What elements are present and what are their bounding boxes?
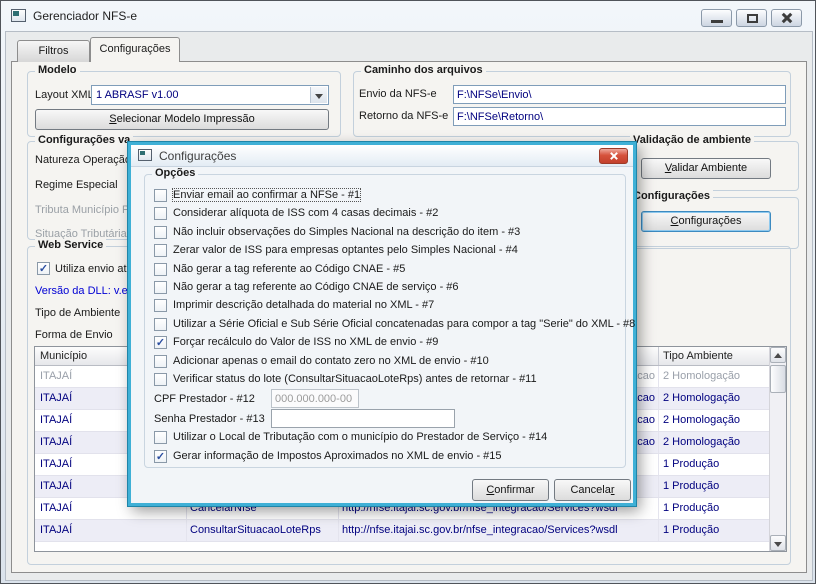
tipo-ambiente-label: Tipo de Ambiente [35, 307, 121, 319]
minimize-icon [711, 20, 723, 23]
option-checkbox-7[interactable] [154, 299, 167, 313]
option-row[interactable]: Considerar alíquota de ISS com 4 casas d… [145, 205, 625, 223]
option-checkbox-4[interactable] [154, 244, 167, 258]
tributa-municipio-label: Tributa Município Pr [35, 204, 134, 216]
natureza-operacao-label: Natureza Operação [35, 154, 131, 166]
option-row[interactable]: Verificar status do lote (ConsultarSitua… [145, 371, 625, 389]
cpf-prestador-input[interactable] [271, 389, 359, 409]
scroll-down-button[interactable] [770, 535, 786, 551]
option-checkbox-11[interactable] [154, 372, 167, 386]
chevron-down-icon [315, 94, 323, 99]
vertical-scrollbar[interactable] [769, 347, 786, 551]
group-modelo-title: Modelo [35, 64, 80, 76]
maximize-button[interactable] [736, 9, 767, 27]
dll-version-label: Versão da DLL: v.e [35, 285, 128, 297]
cpf-prestador-label: CPF Prestador - #12 [154, 393, 255, 406]
layout-xml-combobox[interactable]: 1 ABRASF v1.00 [91, 85, 329, 105]
header-tipo-ambiente[interactable]: Tipo Ambiente [659, 347, 771, 365]
dropdown-button[interactable] [310, 87, 327, 103]
option-row[interactable]: Não gerar a tag referente ao Código CNAE… [145, 279, 625, 297]
scrollbar-thumb[interactable] [770, 365, 786, 393]
scroll-up-button[interactable] [770, 347, 786, 363]
option-row[interactable]: ✓ Gerar informação de Impostos Aproximad… [145, 448, 625, 466]
minimize-button[interactable] [701, 9, 732, 27]
regime-especial-label: Regime Especial [35, 179, 118, 191]
option-checkbox-5[interactable] [154, 262, 167, 276]
scroll-down-icon [774, 542, 782, 547]
titlebar[interactable]: Gerenciador NFS-e [1, 1, 815, 31]
option-checkbox-2[interactable] [154, 207, 167, 221]
utiliza-envio-label: Utiliza envio atra [55, 263, 137, 275]
option-row[interactable]: Utilizar o Local de Tributação com o mun… [145, 429, 625, 447]
group-caminho: Caminho dos arquivos [353, 64, 791, 137]
dialog-titlebar[interactable]: Configurações [131, 145, 633, 167]
retorno-label: Retorno da NFS-e [359, 110, 449, 122]
tab-filtros[interactable]: Filtros [17, 40, 90, 62]
senha-row: Senha Prestador - #13 [145, 409, 625, 429]
option-row[interactable]: Imprimir descrição detalhada do material… [145, 297, 625, 315]
app-icon [11, 9, 26, 22]
option-row[interactable]: Zerar valor de ISS para empresas optante… [145, 242, 625, 260]
envio-input[interactable] [453, 85, 786, 104]
main-window: Gerenciador NFS-e Filtros Configurações … [0, 0, 816, 584]
cpf-row: CPF Prestador - #12 [145, 389, 625, 409]
group-opcoes: Opções Enviar email ao confirmar a NFSe … [144, 167, 635, 468]
option-checkbox-8[interactable] [154, 317, 167, 331]
close-button[interactable] [771, 9, 802, 27]
window-title: Gerenciador NFS-e [33, 9, 138, 23]
group-validacao-title: Validação de ambiente [630, 134, 754, 146]
option-checkbox-1[interactable] [154, 189, 167, 202]
table-row[interactable]: ITAJAÍ ConsultarSituacaoLoteRps http://nfs… [35, 520, 786, 542]
selecionar-modelo-button[interactable]: Selecionar Modelo Impressão [35, 109, 329, 130]
option-row[interactable]: Enviar email ao confirmar a NFSe - #1 [145, 187, 625, 205]
confirmar-button[interactable]: Confirmar [472, 479, 549, 501]
group-config-variaveis-title: Configurações va [35, 134, 134, 146]
retorno-input[interactable] [453, 107, 786, 126]
option-checkbox-9[interactable]: ✓ [154, 336, 167, 350]
option-row[interactable]: Adicionar apenas o email do contato zero… [145, 353, 625, 371]
forma-envio-label: Forma de Envio [35, 329, 113, 341]
configuracoes-dialog: Configurações Opções Enviar email ao con… [127, 141, 637, 507]
envio-label: Envio da NFS-e [359, 88, 437, 100]
dialog-title: Configurações [159, 149, 237, 163]
layout-xml-label: Layout XML [35, 89, 94, 101]
dialog-icon [138, 149, 152, 161]
group-web-service-title: Web Service [35, 239, 107, 251]
option-checkbox-10[interactable] [154, 354, 167, 368]
option-row[interactable]: Não incluir observações do Simples Nacio… [145, 224, 625, 242]
maximize-icon [747, 14, 758, 23]
scroll-up-icon [774, 353, 782, 358]
option-row[interactable]: Não gerar a tag referente ao Código CNAE… [145, 261, 625, 279]
cancelar-button[interactable]: Cancelar [554, 479, 631, 501]
option-checkbox-15[interactable]: ✓ [154, 449, 167, 463]
configuracoes-button[interactable]: Configurações [641, 211, 771, 232]
option-checkbox-14[interactable] [154, 431, 167, 445]
utiliza-envio-checkbox[interactable]: ✓ [37, 262, 50, 275]
tab-configuracoes[interactable]: Configurações [90, 37, 180, 62]
group-caminho-title: Caminho dos arquivos [361, 64, 486, 76]
senha-prestador-input[interactable] [271, 409, 455, 429]
layout-xml-value: 1 ABRASF v1.00 [96, 89, 179, 101]
validar-ambiente-button[interactable]: Validar Ambiente [641, 158, 771, 179]
group-opcoes-title: Opções [152, 167, 199, 179]
option-checkbox-3[interactable] [154, 225, 167, 239]
group-configuracoes-title: Configurações [630, 190, 714, 202]
dialog-close-button[interactable] [599, 148, 628, 164]
option-row[interactable]: Utilizar a Série Oficial e Sub Série Ofi… [145, 316, 635, 334]
option-checkbox-6[interactable] [154, 280, 167, 294]
senha-prestador-label: Senha Prestador - #13 [154, 413, 265, 426]
option-row[interactable]: ✓ Forçar recálculo do Valor de ISS no XM… [145, 334, 625, 352]
